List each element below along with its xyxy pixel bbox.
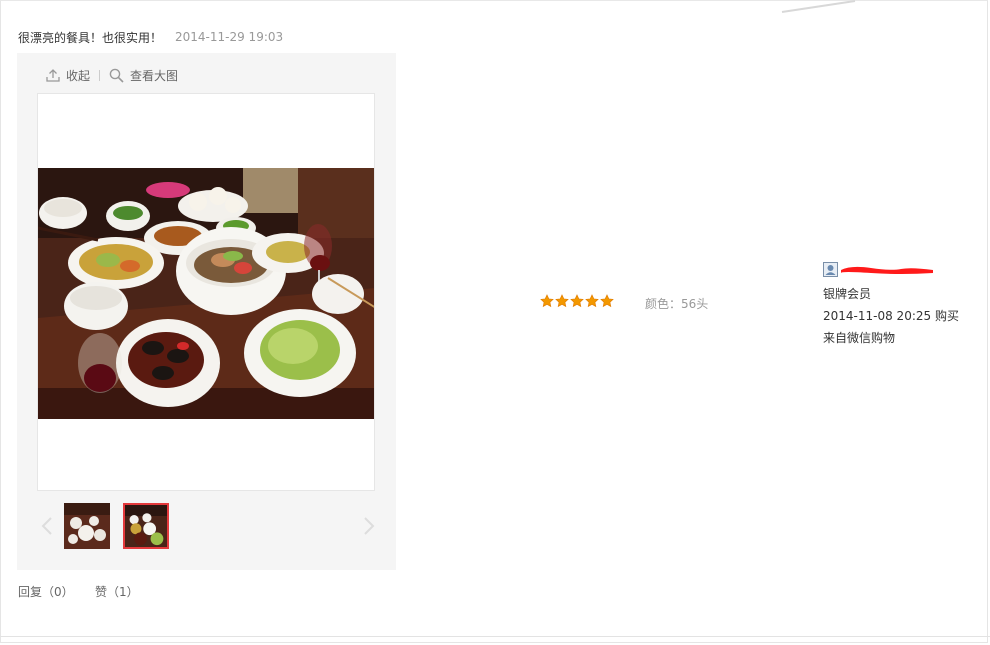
corner-decoration	[781, 0, 856, 13]
review-date: 2014-11-29 19:03	[175, 30, 284, 44]
reply-link[interactable]: 回复（0）	[18, 583, 74, 600]
thumbnail-2[interactable]	[123, 503, 169, 549]
next-arrow-icon[interactable]	[363, 516, 375, 536]
star-icon	[600, 294, 614, 308]
like-link[interactable]: 赞（1）	[95, 583, 139, 600]
photo-viewer[interactable]	[37, 93, 375, 491]
star-icon	[585, 294, 599, 308]
thumbnail-1[interactable]	[64, 503, 110, 549]
gallery-toolbar: 收起 查看大图	[46, 66, 178, 84]
thumbnail-1-image	[64, 503, 110, 549]
star-icon	[570, 294, 584, 308]
prev-arrow-icon[interactable]	[41, 516, 53, 536]
star-rating	[540, 294, 614, 308]
bottom-divider	[0, 636, 990, 637]
review-comment: 很漂亮的餐具！也很实用！	[18, 31, 163, 45]
collapse-button[interactable]: 收起	[46, 67, 90, 84]
product-color-spec: 颜色：56头	[645, 297, 709, 311]
view-large-button[interactable]: 查看大图	[109, 67, 178, 84]
upload-icon	[46, 68, 60, 82]
purchase-source: 来自微信购物	[823, 331, 896, 345]
star-icon	[540, 294, 554, 308]
search-icon	[109, 68, 124, 83]
redacted-username	[841, 266, 933, 274]
collapse-label: 收起	[66, 68, 91, 83]
view-large-label: 查看大图	[130, 68, 179, 83]
toolbar-divider	[99, 69, 101, 81]
photo-gallery: 收起 查看大图	[17, 53, 396, 570]
member-icon	[823, 262, 838, 277]
member-level: 银牌会员	[823, 287, 872, 301]
thumbnail-strip	[17, 500, 396, 552]
purchase-date: 2014-11-08 20:25 购买	[823, 309, 959, 323]
review-photo[interactable]	[38, 168, 375, 419]
thumbnail-2-image	[125, 505, 167, 547]
star-icon	[555, 294, 569, 308]
